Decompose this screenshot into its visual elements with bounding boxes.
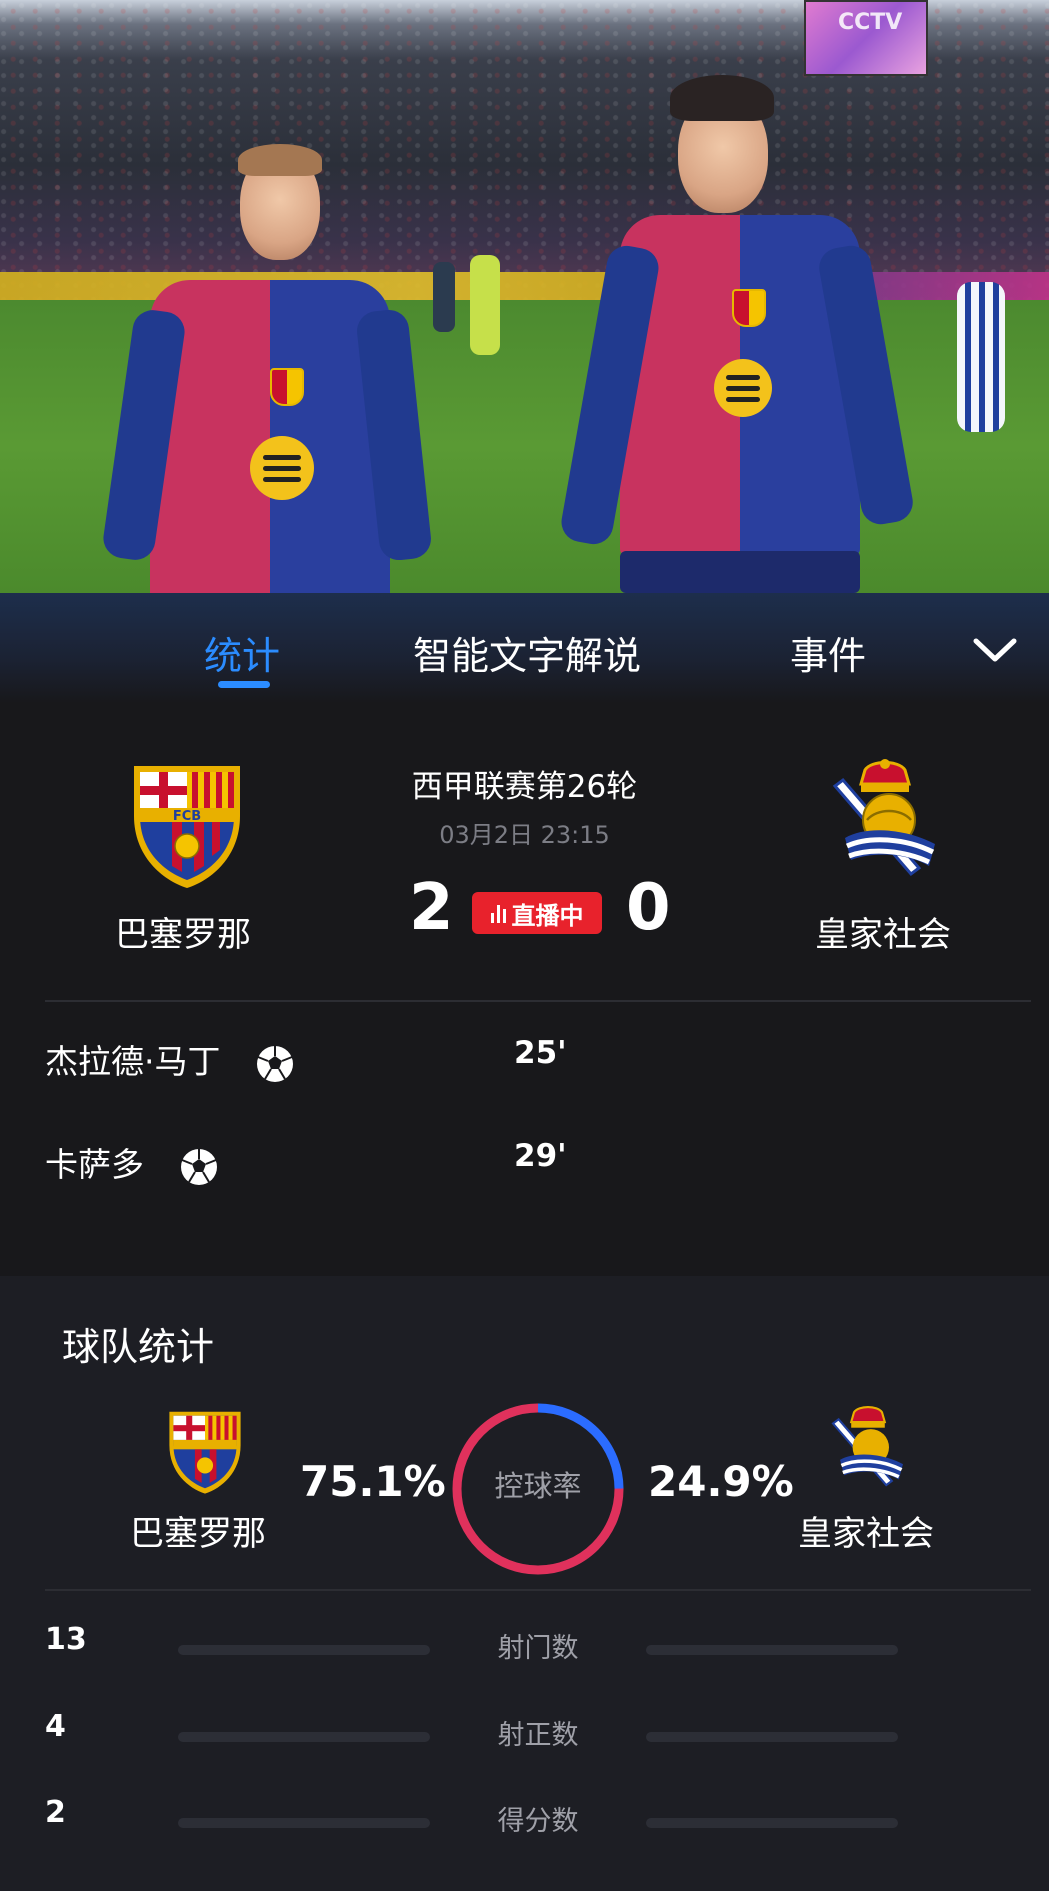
match-panel: 统计 智能文字解说 事件 FCB 巴塞罗那 西甲联赛第26轮 03月2日 23:… xyxy=(0,593,1049,1891)
referee-figure xyxy=(433,262,455,332)
collapse-button[interactable] xyxy=(970,628,1020,672)
stat-home-value: 4 xyxy=(45,1709,66,1744)
team-stats-title: 球队统计 xyxy=(62,1325,215,1369)
goal-minute: 29' xyxy=(514,1138,567,1174)
goal-minute: 25' xyxy=(514,1035,567,1071)
soccer-ball-icon xyxy=(257,1045,293,1082)
stats-away-team-name: 皇家社会 xyxy=(798,1514,934,1554)
player-left xyxy=(100,140,433,593)
barcelona-crest xyxy=(169,1411,241,1494)
stat-label: 射门数 xyxy=(497,1633,579,1664)
stat-home-value: 13 xyxy=(45,1622,87,1657)
goal-scorer: 杰拉德·马丁 xyxy=(45,1035,295,1084)
stat-label: 射正数 xyxy=(497,1720,579,1751)
video-player[interactable]: CCTV xyxy=(0,0,1049,593)
divider xyxy=(45,1589,1031,1591)
home-team-name: 巴塞罗那 xyxy=(115,915,251,955)
player-right xyxy=(558,75,916,593)
stat-bar-home xyxy=(178,1732,430,1742)
stat-home-value: 2 xyxy=(45,1795,66,1830)
home-possession-pct: 75.1% xyxy=(300,1457,446,1506)
real-sociedad-crest xyxy=(831,1406,903,1487)
stats-home-team-name: 巴塞罗那 xyxy=(130,1514,266,1554)
away-possession-pct: 24.9% xyxy=(648,1457,794,1506)
stat-bar-away xyxy=(646,1645,898,1655)
live-badge[interactable]: 直播中 xyxy=(472,892,602,934)
tab-text-commentary[interactable]: 智能文字解说 xyxy=(413,625,641,680)
goal-scorer-name: 卡萨多 xyxy=(45,1145,144,1184)
goalkeeper-figure xyxy=(470,255,500,355)
tab-bar: 统计 智能文字解说 事件 xyxy=(0,593,1049,703)
possession-label: 控球率 xyxy=(494,1469,582,1503)
chevron-down-icon xyxy=(973,638,1017,662)
stat-bar-home xyxy=(178,1645,430,1655)
stat-bar-away xyxy=(646,1732,898,1742)
goal-scorer-name: 杰拉德·马丁 xyxy=(45,1042,221,1081)
goal-scorer: 卡萨多 xyxy=(45,1138,219,1187)
home-score: 2 xyxy=(409,871,454,945)
opponent-figure xyxy=(957,282,1005,432)
live-status-label: 直播中 xyxy=(511,901,584,930)
stat-label: 得分数 xyxy=(497,1806,579,1837)
divider xyxy=(45,1000,1031,1002)
soccer-ball-icon xyxy=(180,1148,217,1185)
broadcast-watermark: CCTV xyxy=(838,10,903,35)
live-bars-icon xyxy=(490,903,506,923)
tab-events[interactable]: 事件 xyxy=(790,625,866,680)
tab-stats[interactable]: 统计 xyxy=(204,625,280,680)
real-sociedad-crest[interactable] xyxy=(825,756,945,886)
away-team-name: 皇家社会 xyxy=(815,915,951,955)
tab-active-indicator xyxy=(218,681,270,688)
away-score: 0 xyxy=(626,871,671,945)
stat-bar-home xyxy=(178,1818,430,1828)
team-stats-section: 球队统计 巴塞罗那 75.1% 控球率 24.9% 皇家社会 13 射门数 4 … xyxy=(0,1276,1049,1891)
stat-bar-away xyxy=(646,1818,898,1828)
